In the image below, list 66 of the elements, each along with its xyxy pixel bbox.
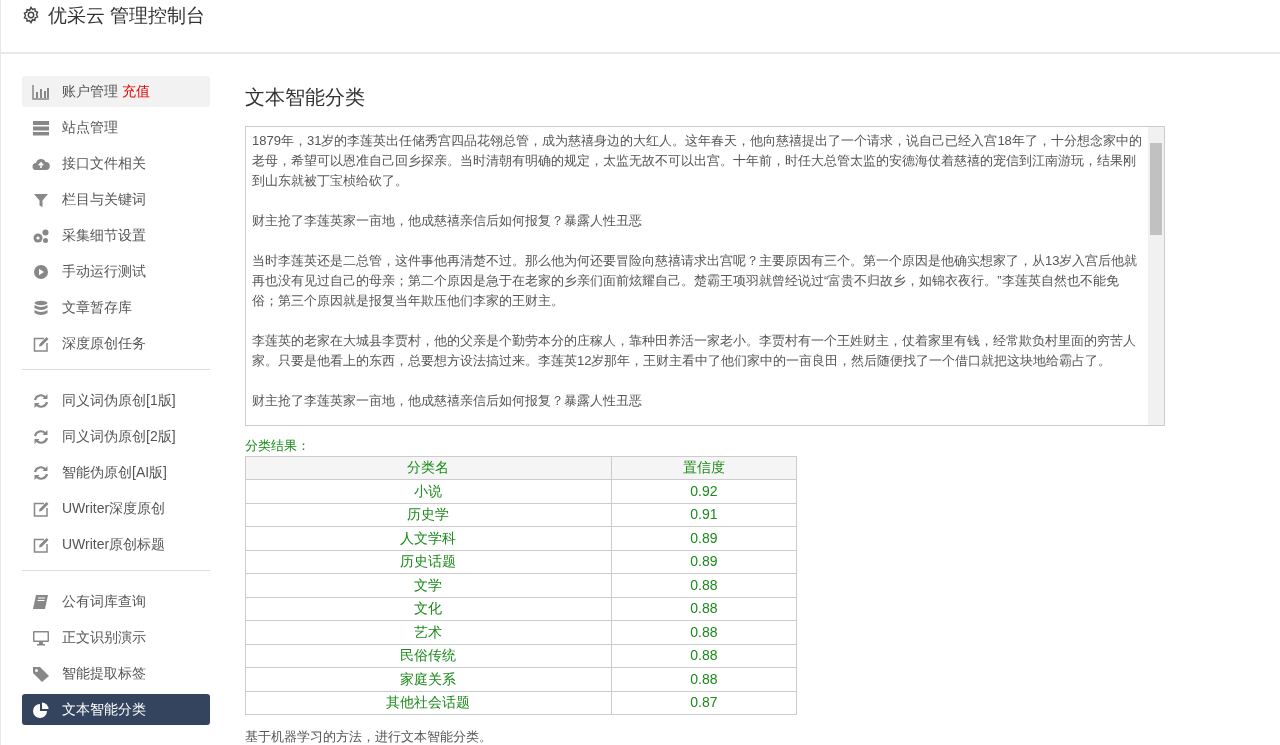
table-cell: 0.89 (611, 550, 797, 574)
article-text-area[interactable] (245, 126, 1165, 426)
app-title: 优采云 管理控制台 (48, 4, 206, 28)
edit-icon (32, 500, 50, 517)
sidebar-item[interactable]: 账户管理 充值 (22, 76, 210, 107)
refresh-icon (32, 428, 50, 445)
table-cell: 0.92 (611, 479, 797, 503)
article-paragraph: 李莲英的老家在大城县李贾村，他的父亲是个勤劳本分的庄稼人，靠种田养活一家老小。李贾村有一个王姓财主，仗着家里有钱，经常欺负村里面的穷苦人家。只要是他看上的东西，总要想方设法搞过来。李莲英12岁那年，王财主看中了他们家中的一亩良田，然后随便找了一个借口就把这块地给霸占了。 (252, 332, 1137, 370)
table-cell: 0.88 (611, 644, 797, 668)
table-cell: 0.91 (611, 503, 797, 527)
database-icon (32, 299, 50, 316)
column-header: 分类名 (245, 456, 612, 480)
sidebar-item[interactable]: 站点管理 (22, 112, 210, 143)
tag-icon (32, 665, 50, 682)
article-paragraph: 财主抢了李莲英家一亩地，他成慈禧亲信后如何报复？暴露人性丑恶 (252, 392, 643, 410)
scrollbar-thumb[interactable] (1150, 143, 1162, 235)
sidebar-item[interactable]: UWriter原创标题 (22, 529, 210, 560)
sidebar-item[interactable]: 手动运行测试 (22, 256, 210, 287)
book-icon (32, 593, 50, 610)
chart-icon (32, 83, 50, 100)
sidebar-item[interactable]: 栏目与关键词 (22, 184, 210, 215)
table-cell: 历史话题 (245, 550, 612, 574)
sidebar-item[interactable]: 公有词库查询 (22, 586, 210, 617)
article-paragraph: 1879年，31岁的李莲英出任储秀宫四品花翎总管，成为慈禧身边的大红人。这年春天，他向慈禧提出了一个请求，说自己已经入宫18年了，十分想念家中的老母，希望可以恩准自己回乡探亲。当时清朝有明确的规定，太监无故不可以出宫。十年前，时任大总管太监的安德海仗着慈禧的宠信到江南游玩，结果刚到山东就被丁宝桢给砍了。 (252, 132, 1142, 190)
sidebar-item[interactable]: 文章暂存库 (22, 292, 210, 323)
table-cell: 其他社会话题 (245, 691, 612, 715)
server-icon (32, 119, 50, 136)
table-cell: 0.87 (611, 691, 797, 715)
page-heading: 文本智能分类 (245, 85, 366, 110)
table-cell: 民俗传统 (245, 644, 612, 668)
sidebar-item[interactable]: 接口文件相关 (22, 148, 210, 179)
table-cell: 艺术 (245, 620, 612, 644)
sidebar-item[interactable]: UWriter深度原创 (22, 493, 210, 524)
sidebar-item[interactable]: 同义词伪原创[1版] (22, 385, 210, 416)
article-paragraph: 当时李莲英还是二总管，这件事他再清楚不过。那么他为何还要冒险向慈禧请求出宫呢？主要原因有三个。第一个原因是他确实想家了，从13岁入宫后他就再也没有见过自己的母亲；第二个原因是急于在老家的乡亲们面前炫耀自己。楚霸王项羽就曾经说过“富贵不归故乡，如锦衣夜行。”李莲英自然也不能免俗；第三个原因就是报复当年欺压他们李家的王财主。 (252, 252, 1139, 310)
sidebar-item[interactable]: 正文识别演示 (22, 622, 210, 653)
play-icon (32, 263, 50, 280)
sidebar-item[interactable]: 智能伪原创[AI版] (22, 457, 210, 488)
description-text: 基于机器学习的方法，进行文本智能分类。 (245, 728, 493, 745)
table-cell: 0.88 (611, 573, 797, 597)
pie-chart-icon (32, 701, 50, 718)
column-header: 置信度 (611, 456, 797, 480)
article-paragraph: 财主抢了李莲英家一亩地，他成慈禧亲信后如何报复？暴露人性丑恶 (252, 212, 643, 230)
sidebar-item[interactable]: 采集细节设置 (22, 220, 210, 251)
sidebar-item[interactable]: 同义词伪原创[2版] (22, 421, 210, 452)
table-cell: 历史学 (245, 503, 612, 527)
table-cell: 文化 (245, 597, 612, 621)
refresh-icon (32, 464, 50, 481)
sidebar-item[interactable]: 深度原创任务 (22, 328, 210, 359)
table-cell: 0.88 (611, 597, 797, 621)
table-cell: 0.89 (611, 526, 797, 550)
monitor-icon (32, 629, 50, 646)
filter-icon (32, 191, 50, 208)
settings-icon (22, 6, 40, 24)
sidebar-item[interactable]: 文本智能分类 (22, 694, 210, 725)
result-label: 分类结果： (245, 437, 311, 455)
table-cell: 0.88 (611, 620, 797, 644)
table-cell: 家庭关系 (245, 667, 612, 691)
table-cell: 文学 (245, 573, 612, 597)
refresh-icon (32, 392, 50, 409)
table-cell: 0.88 (611, 667, 797, 691)
table-cell: 小说 (245, 479, 612, 503)
table-cell: 人文学科 (245, 526, 612, 550)
edit-icon (32, 536, 50, 553)
edit-icon (32, 335, 50, 352)
sidebar-item[interactable]: 智能提取标签 (22, 658, 210, 689)
